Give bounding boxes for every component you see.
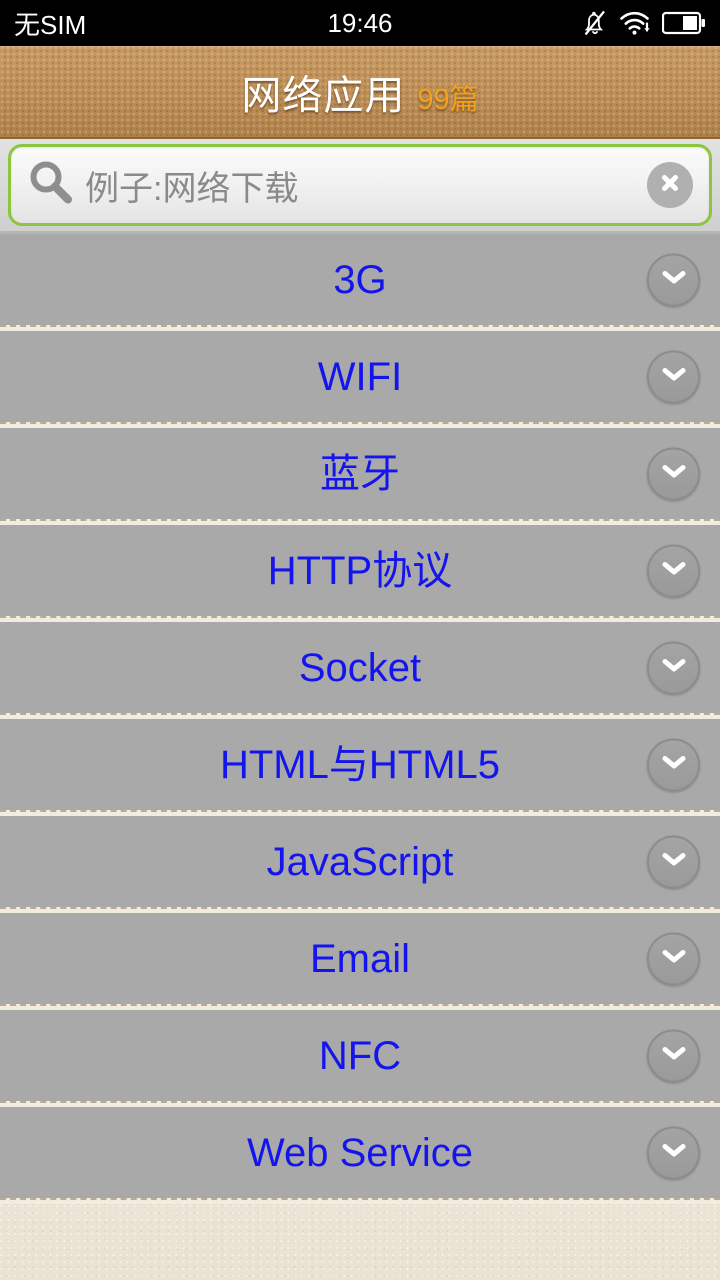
clear-circle-icon: [656, 169, 684, 202]
search-input[interactable]: 例子:网络下载: [8, 144, 712, 226]
expand-button[interactable]: [647, 447, 700, 500]
search-icon: [25, 157, 77, 214]
clear-search-button[interactable]: [647, 162, 693, 208]
list-item[interactable]: WIFI: [0, 331, 720, 422]
list-item-label: Socket: [298, 645, 422, 690]
list-item[interactable]: Web Service: [0, 1107, 720, 1198]
page-title: 网络应用: [241, 73, 406, 118]
expand-button[interactable]: [647, 738, 700, 791]
expand-button[interactable]: [647, 932, 700, 985]
list-item[interactable]: 蓝牙: [0, 428, 720, 519]
list-item-label: HTML与HTML5: [219, 742, 501, 787]
search-placeholder-text: 例子:网络下载: [85, 169, 299, 208]
list-item-label: Web Service: [246, 1130, 473, 1175]
expand-button[interactable]: [647, 641, 700, 694]
chevron-down-icon: [662, 1047, 686, 1065]
list-item[interactable]: 3G: [0, 234, 720, 325]
list-item-label: 蓝牙: [320, 451, 400, 496]
carrier-label: 无SIM: [14, 9, 87, 40]
list-item-label: WIFI: [317, 354, 403, 399]
battery-icon: [662, 11, 706, 35]
expand-button[interactable]: [647, 1126, 700, 1179]
article-count-badge: 99篇: [417, 83, 479, 116]
app-root: 无SIM 19:46 网络应用 99篇 例子:网络下载 3G WIFI 蓝牙 H…: [0, 0, 720, 1280]
list-separator: [0, 1198, 720, 1204]
chevron-down-icon: [662, 368, 686, 386]
list-item-label: 3G: [333, 257, 387, 302]
list-item[interactable]: Socket: [0, 622, 720, 713]
chevron-down-icon: [662, 950, 686, 968]
list-item[interactable]: NFC: [0, 1010, 720, 1101]
wifi-download-icon: [619, 10, 651, 36]
page-header: 网络应用 99篇: [0, 46, 720, 139]
chevron-down-icon: [662, 659, 686, 677]
expand-button[interactable]: [647, 544, 700, 597]
list-item-label: JavaScript: [266, 839, 454, 884]
chevron-down-icon: [662, 271, 686, 289]
list-item-label: HTTP协议: [267, 548, 453, 593]
list-item[interactable]: Email: [0, 913, 720, 1004]
chevron-down-icon: [662, 465, 686, 483]
expand-button[interactable]: [647, 835, 700, 888]
search-bar: 例子:网络下载: [0, 139, 720, 234]
status-bar: 无SIM 19:46: [0, 0, 720, 46]
list-item[interactable]: HTTP协议: [0, 525, 720, 616]
expand-button[interactable]: [647, 253, 700, 306]
expand-button[interactable]: [647, 350, 700, 403]
list-item[interactable]: JavaScript: [0, 816, 720, 907]
chevron-down-icon: [662, 562, 686, 580]
status-icons: [582, 9, 706, 37]
list-item[interactable]: HTML与HTML5: [0, 719, 720, 810]
chevron-down-icon: [662, 1144, 686, 1162]
expand-button[interactable]: [647, 1029, 700, 1082]
list-item-label: NFC: [318, 1033, 402, 1078]
chevron-down-icon: [662, 853, 686, 871]
chevron-down-icon: [662, 756, 686, 774]
header-title-group: 网络应用 99篇: [241, 63, 478, 121]
bell-muted-icon: [582, 9, 608, 37]
category-list: 3G WIFI 蓝牙 HTTP协议 Socket HTML与HTML5 JavaScript…: [0, 234, 720, 1204]
list-item-label: Email: [309, 936, 411, 981]
